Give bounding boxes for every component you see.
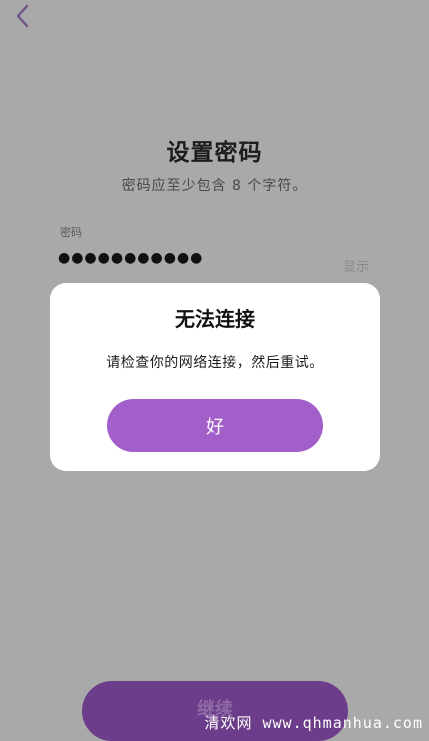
error-dialog: 无法连接 请检查你的网络连接，然后重试。 好 <box>50 283 380 471</box>
ok-button[interactable]: 好 <box>107 399 323 452</box>
show-password-toggle[interactable]: 显示 <box>343 256 369 275</box>
dialog-message: 请检查你的网络连接，然后重试。 <box>106 355 324 371</box>
page-subtitle: 密码应至少包含 8 个字符。 <box>121 178 308 194</box>
chevron-left-icon <box>16 4 29 28</box>
password-input[interactable]: ●●●●●●●●●●● <box>58 250 203 266</box>
page-title: 设置密码 <box>166 140 263 166</box>
back-button[interactable] <box>8 2 36 30</box>
password-label: 密码 <box>60 226 82 239</box>
dialog-title: 无法连接 <box>175 307 255 331</box>
watermark: 清欢网 www.qhmanhua.com <box>204 714 423 732</box>
